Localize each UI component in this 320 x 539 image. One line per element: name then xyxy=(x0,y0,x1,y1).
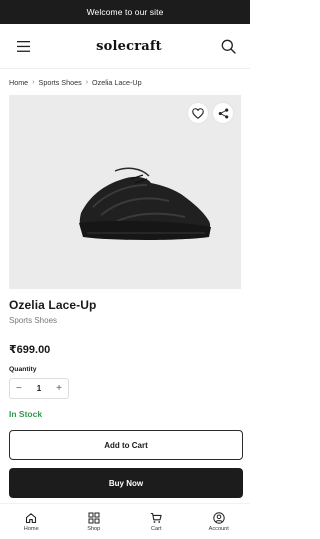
nav-item-shop[interactable]: Shop xyxy=(69,512,119,532)
breadcrumb-separator: › xyxy=(32,78,35,86)
stock-status: In Stock xyxy=(9,409,43,419)
nav-item-cart[interactable]: Cart xyxy=(131,512,181,532)
breadcrumb-separator: › xyxy=(85,78,89,86)
nav-label-account: Account xyxy=(208,525,229,532)
site-header: solecraft xyxy=(0,24,250,69)
nav-label-home: Home xyxy=(23,525,39,532)
product-price: ₹699.00 xyxy=(9,344,51,356)
minus-icon[interactable]: − xyxy=(16,383,22,394)
quantity-label: Quantity xyxy=(9,366,37,373)
grid-icon xyxy=(88,512,100,523)
add-to-cart-label: Add to Cart xyxy=(104,440,148,450)
quantity-value[interactable]: 1 xyxy=(37,384,41,393)
site-logo[interactable]: solecraft xyxy=(96,39,162,54)
search-icon[interactable] xyxy=(220,37,238,55)
add-to-cart-button[interactable]: Add to Cart xyxy=(9,430,243,460)
announcement-text: Welcome to our site xyxy=(86,7,164,17)
share-icon[interactable] xyxy=(213,103,233,123)
breadcrumb-current: Ozelia Lace-Up xyxy=(92,77,142,87)
heart-icon[interactable] xyxy=(188,103,208,123)
quantity-stepper: − 1 + xyxy=(9,378,69,399)
announcement-bar: Welcome to our site xyxy=(0,0,250,24)
plus-icon[interactable]: + xyxy=(56,383,62,394)
cart-icon xyxy=(151,512,162,523)
buy-now-label: Buy Now xyxy=(108,478,144,488)
breadcrumb-category[interactable]: Sports Shoes xyxy=(39,78,82,87)
product-category: Sports Shoes xyxy=(9,316,58,325)
nav-item-home[interactable]: Home xyxy=(6,512,56,532)
nav-item-account[interactable]: Account xyxy=(194,511,244,532)
shoe-photo xyxy=(79,167,211,240)
breadcrumb-home[interactable]: Home xyxy=(9,78,28,87)
product-title: Ozelia Lace-Up xyxy=(9,298,97,312)
breadcrumb: Home › Sports Shoes › Ozelia Lace-Up xyxy=(0,69,250,95)
product-image[interactable] xyxy=(9,95,241,289)
buy-now-button[interactable]: Buy Now xyxy=(9,468,243,498)
nav-label-shop: Shop xyxy=(87,525,101,532)
nav-label-cart: Cart xyxy=(150,525,162,532)
user-icon xyxy=(213,511,225,524)
menu-icon[interactable] xyxy=(14,37,32,55)
bottom-nav: Home Shop Cart Account xyxy=(0,503,250,539)
home-icon xyxy=(26,512,37,523)
